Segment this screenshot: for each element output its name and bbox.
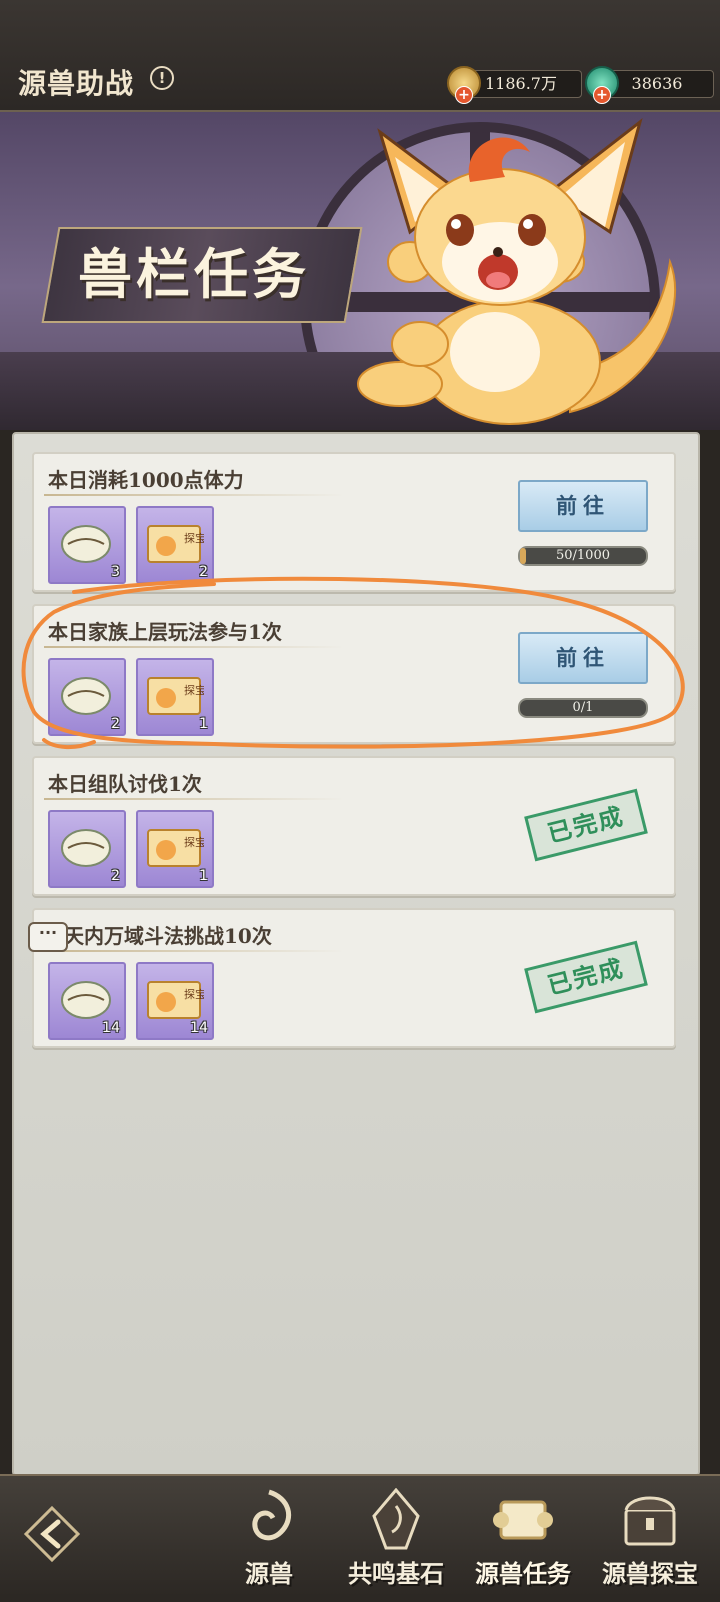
reward-treasure-ticket-item[interactable]: 探宝 1 — [136, 810, 214, 888]
add-coins-plus-icon[interactable]: + — [455, 86, 473, 104]
add-gems-plus-icon[interactable]: + — [593, 86, 611, 104]
reward-shell-item[interactable]: 3 — [48, 506, 126, 584]
banner: 兽栏任务 — [0, 112, 720, 430]
crystal-stone-icon — [372, 1488, 420, 1550]
dragon-icon — [252, 1489, 292, 1541]
task-card: 天内万域斗法挑战10次 14 探宝 14 已完成 — [32, 908, 676, 1048]
go-button[interactable]: 前往 — [518, 632, 648, 684]
back-arrow-icon[interactable] — [20, 1502, 84, 1566]
treasure-ticket-icon: 探宝 — [147, 677, 204, 715]
scroll-icon — [493, 1500, 553, 1540]
progress-bar: 50/1000 — [518, 546, 648, 566]
shell-icon — [61, 677, 111, 715]
task-title: 本日消耗1000点体力 — [48, 468, 244, 492]
task-card: 本日消耗1000点体力 3 探宝 2 前往 50/1000 — [32, 452, 676, 592]
treasure-ticket-icon: 探宝 — [147, 829, 204, 867]
svg-text:探宝: 探宝 — [184, 987, 204, 1001]
svg-text:探宝: 探宝 — [184, 531, 204, 545]
task-card: 本日组队讨伐1次 2 探宝 1 已完成 — [32, 756, 676, 896]
reward-shell-item[interactable]: 14 — [48, 962, 126, 1040]
treasure-chest-icon — [624, 1496, 676, 1546]
shell-icon — [61, 829, 111, 867]
nav-tab-beast-treasure[interactable]: 源兽探宝 — [587, 1486, 713, 1596]
go-button[interactable]: 前往 — [518, 480, 648, 532]
task-card: 本日家族上层玩法参与1次 2 探宝 1 前往 0/1 — [32, 604, 676, 744]
chat-bubble-icon[interactable]: ··· — [28, 922, 68, 952]
reward-shell-item[interactable]: 2 — [48, 810, 126, 888]
task-title: 本日家族上层玩法参与1次 — [48, 620, 282, 644]
reward-treasure-ticket-item[interactable]: 探宝 1 — [136, 658, 214, 736]
completed-stamp: 已完成 — [524, 788, 648, 862]
svg-text:探宝: 探宝 — [184, 683, 204, 697]
banner-title: 兽栏任务 — [78, 242, 310, 306]
nav-tab-beast-tasks[interactable]: 源兽任务 — [460, 1486, 586, 1596]
nav-tab-resonance-stone[interactable]: 共鸣基石 — [333, 1486, 459, 1596]
task-title: 天内万域斗法挑战10次 — [64, 924, 272, 948]
reward-shell-item[interactable]: 2 — [48, 658, 126, 736]
shell-icon — [61, 525, 111, 563]
bottom-navigation: 源兽 共鸣基石 源兽任务 源兽探宝 — [0, 1474, 720, 1602]
completed-stamp: 已完成 — [524, 940, 648, 1014]
task-title: 本日组队讨伐1次 — [48, 772, 202, 796]
svg-text:探宝: 探宝 — [184, 835, 204, 849]
page-title: 源兽助战 — [18, 67, 135, 100]
fox-mascot-illustration — [357, 118, 677, 425]
reward-treasure-ticket-item[interactable]: 探宝 14 — [136, 962, 214, 1040]
reward-treasure-ticket-item[interactable]: 探宝 2 — [136, 506, 214, 584]
progress-text: 50/1000 — [555, 548, 610, 563]
treasure-ticket-icon: 探宝 — [147, 525, 204, 563]
top-bar: 源兽助战 ! 1186.7万 + 38636 + — [0, 0, 720, 112]
progress-bar: 0/1 — [518, 698, 648, 718]
nav-tab-source-beast[interactable]: 源兽 — [206, 1486, 332, 1596]
info-icon[interactable]: ! — [150, 66, 174, 90]
progress-text: 0/1 — [572, 700, 594, 715]
